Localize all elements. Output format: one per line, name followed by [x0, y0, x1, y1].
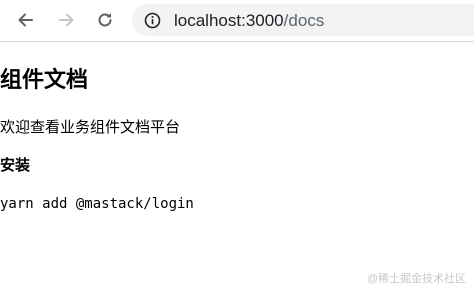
install-heading: 安装 [0, 157, 31, 174]
info-icon[interactable] [144, 12, 161, 29]
watermark: @稀土掘金技术社区 [366, 273, 466, 285]
forward-button[interactable] [52, 6, 80, 34]
url-host: localhost:3000 [174, 11, 284, 30]
arrow-right-icon [59, 13, 74, 27]
url-path: /docs [283, 11, 325, 30]
url-text[interactable]: localhost:3000/docs [174, 11, 324, 31]
reload-button[interactable] [91, 6, 119, 34]
address-bar[interactable]: localhost:3000/docs [132, 4, 474, 36]
browser-toolbar: localhost:3000/docs [0, 0, 474, 42]
reload-icon [98, 13, 112, 27]
page-title: 组件文档 [0, 67, 89, 92]
back-button[interactable] [12, 6, 40, 34]
install-command: yarn add @mastack/login [0, 196, 194, 212]
arrow-left-icon [18, 13, 33, 27]
intro-text: 欢迎查看业务组件文档平台 [0, 119, 181, 136]
